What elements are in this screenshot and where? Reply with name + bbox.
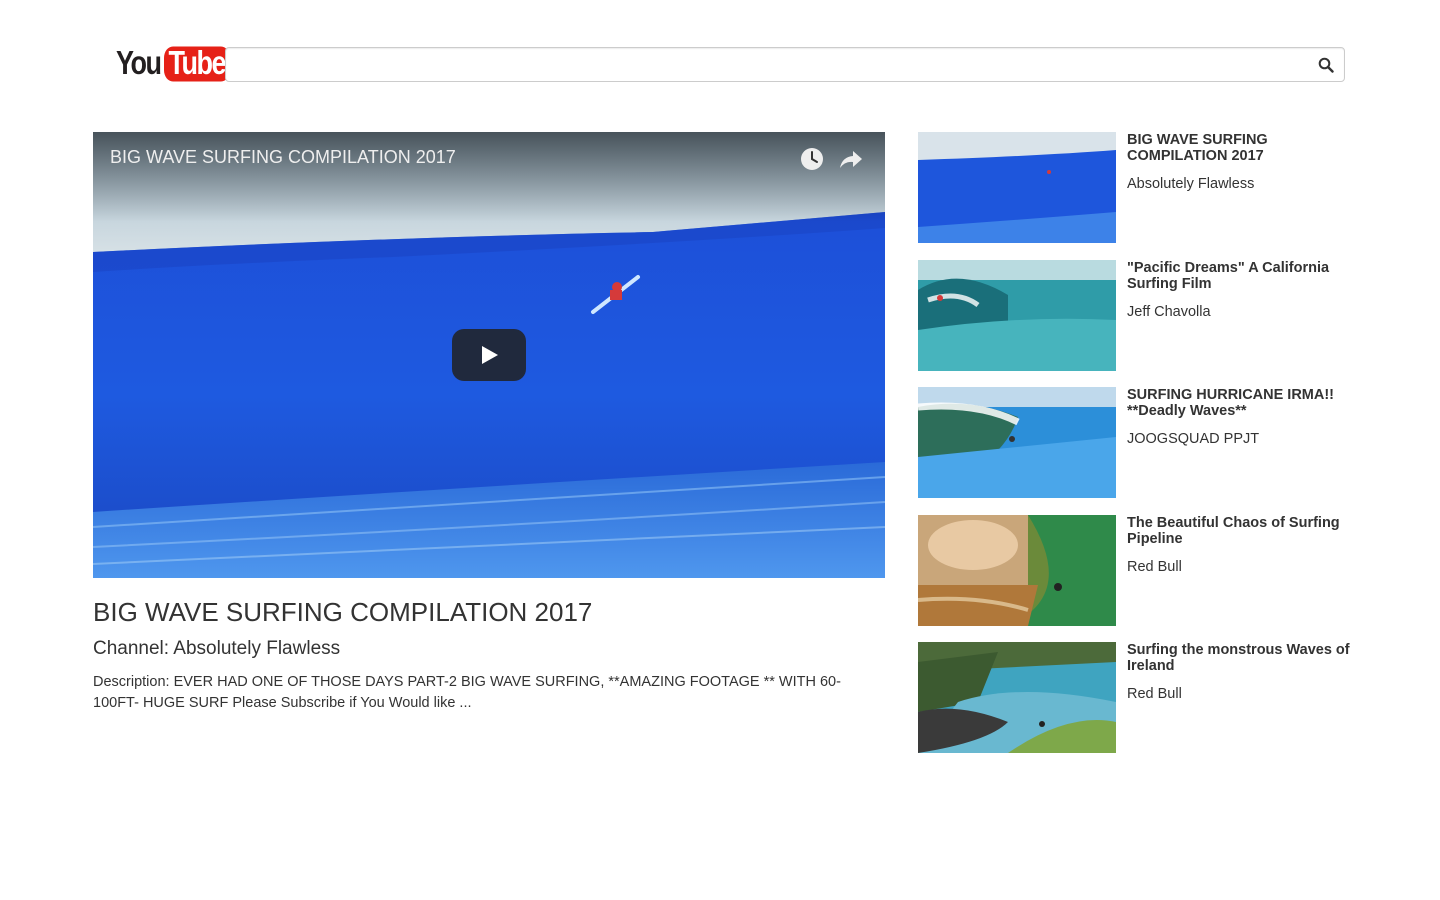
related-video-item[interactable]: The Beautiful Chaos of Surfing Pipeline …: [918, 515, 1358, 626]
video-description: Description: EVER HAD ONE OF THOSE DAYS …: [93, 674, 841, 711]
related-video-item[interactable]: Surfing the monstrous Waves of Ireland R…: [918, 642, 1358, 753]
player-title[interactable]: BIG WAVE SURFING COMPILATION 2017: [110, 147, 456, 168]
video-thumbnail[interactable]: [918, 515, 1116, 626]
clock-icon[interactable]: [799, 146, 825, 172]
search-input[interactable]: [226, 48, 1320, 81]
search-bar: [225, 47, 1345, 82]
related-video-title[interactable]: BIG WAVE SURFING COMPILATION 2017: [1127, 132, 1357, 164]
logo-tube-text: Tube: [163, 45, 230, 81]
player-top-bar: [93, 132, 885, 222]
related-video-channel: Jeff Chavolla: [1127, 304, 1211, 320]
related-video-channel: JOOGSQUAD PPJT: [1127, 431, 1260, 447]
video-player[interactable]: BIG WAVE SURFING COMPILATION 2017: [93, 132, 885, 578]
share-icon[interactable]: [838, 146, 864, 172]
video-thumbnail[interactable]: [918, 387, 1116, 498]
play-icon: [482, 346, 498, 364]
video-thumbnail[interactable]: [918, 260, 1116, 371]
play-button[interactable]: [452, 329, 526, 381]
related-video-item[interactable]: BIG WAVE SURFING COMPILATION 2017 Absolu…: [918, 132, 1358, 243]
video-channel: Channel: Absolutely Flawless: [93, 638, 341, 659]
search-icon[interactable]: [1318, 57, 1334, 73]
related-video-channel: Red Bull: [1127, 686, 1182, 702]
related-video-item[interactable]: SURFING HURRICANE IRMA!! **Deadly Waves*…: [918, 387, 1358, 498]
related-video-title[interactable]: SURFING HURRICANE IRMA!! **Deadly Waves*…: [1127, 387, 1357, 419]
video-thumbnail[interactable]: [918, 132, 1116, 243]
related-video-title[interactable]: The Beautiful Chaos of Surfing Pipeline: [1127, 515, 1357, 547]
related-video-channel: Absolutely Flawless: [1127, 176, 1255, 192]
video-thumbnail[interactable]: [918, 642, 1116, 753]
related-video-title[interactable]: Surfing the monstrous Waves of Ireland: [1127, 642, 1357, 674]
related-video-channel: Red Bull: [1127, 559, 1182, 575]
logo-you-text: You: [116, 44, 162, 82]
related-video-item[interactable]: "Pacific Dreams" A California Surfing Fi…: [918, 260, 1358, 371]
youtube-logo[interactable]: You Tube: [116, 44, 230, 82]
video-title: BIG WAVE SURFING COMPILATION 2017: [93, 597, 593, 627]
related-video-title[interactable]: "Pacific Dreams" A California Surfing Fi…: [1127, 260, 1357, 292]
